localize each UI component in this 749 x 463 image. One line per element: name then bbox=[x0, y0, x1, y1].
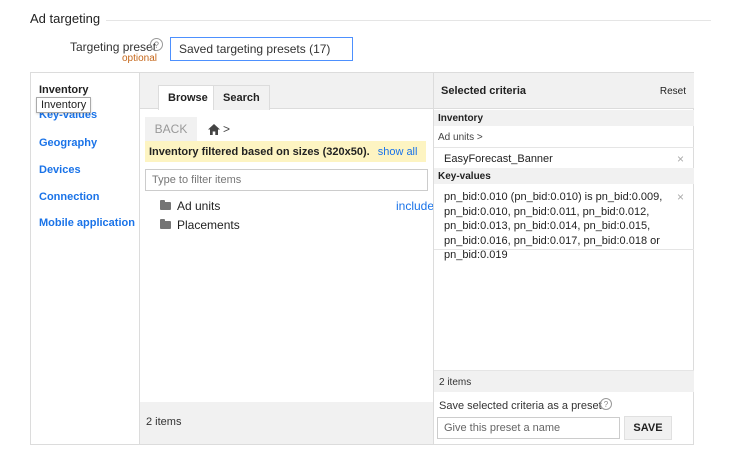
targeting-preset-input[interactable] bbox=[170, 37, 353, 61]
save-preset-help-icon[interactable]: ? bbox=[600, 398, 612, 410]
selected-key-values: pn_bid:0.010 (pn_bid:0.010) is pn_bid:0.… bbox=[444, 191, 663, 261]
section-title: Ad targeting bbox=[30, 11, 101, 26]
nav-item-devices[interactable]: Devices bbox=[39, 164, 81, 176]
nav-item-connection[interactable]: Connection bbox=[39, 191, 100, 203]
targeting-preset-label: Targeting preset bbox=[70, 40, 157, 54]
selected-criteria-title: Selected criteria bbox=[441, 85, 526, 97]
back-button[interactable]: BACK bbox=[145, 117, 197, 141]
breadcrumb-separator: > bbox=[223, 122, 231, 136]
help-icon[interactable]: ? bbox=[150, 38, 163, 51]
home-icon[interactable] bbox=[208, 123, 220, 135]
browse-item-count: 2 items bbox=[146, 416, 182, 428]
tab-bar: Browse Search bbox=[140, 73, 433, 110]
selected-criteria-header: Selected criteria Reset bbox=[434, 73, 694, 109]
filter-notice-text: Inventory filtered based on sizes (320x5… bbox=[149, 145, 370, 158]
targeting-frame: Inventory Key-values Geography Devices C… bbox=[30, 72, 694, 445]
tree-item-ad-units[interactable]: Ad units bbox=[160, 198, 220, 214]
filter-items-input[interactable] bbox=[145, 169, 428, 191]
folder-icon bbox=[160, 200, 171, 210]
breadcrumb[interactable]: > bbox=[208, 122, 238, 136]
selected-ad-unit: EasyForecast_Banner bbox=[444, 153, 553, 165]
nav-tooltip: Inventory bbox=[36, 97, 92, 113]
tree-item-label: Ad units bbox=[177, 199, 221, 213]
browse-footer: 2 items bbox=[140, 402, 433, 444]
browse-panel: Browse Search BACK > Inventory filtered … bbox=[139, 73, 434, 444]
crit-divider bbox=[434, 249, 694, 250]
tab-search[interactable]: Search bbox=[213, 85, 270, 110]
nav-item-inventory[interactable]: Inventory bbox=[39, 84, 89, 96]
reset-button[interactable]: Reset bbox=[660, 86, 686, 97]
save-preset-label: Save selected criteria as a preset bbox=[439, 400, 602, 412]
tree-item-placements[interactable]: Placements bbox=[160, 217, 240, 233]
crit-divider bbox=[434, 147, 694, 148]
selected-count-bar: 2 items bbox=[434, 370, 694, 392]
ad-units-path: Ad units > bbox=[438, 132, 483, 143]
tab-browse[interactable]: Browse bbox=[158, 85, 218, 110]
tree-item-label: Placements bbox=[177, 218, 240, 232]
nav-item-geography[interactable]: Geography bbox=[39, 137, 97, 149]
preset-name-input[interactable] bbox=[437, 417, 620, 439]
show-all-link[interactable]: show all bbox=[378, 146, 418, 158]
remove-ad-unit-icon[interactable]: × bbox=[677, 153, 684, 165]
criteria-nav: Inventory Key-values Geography Devices C… bbox=[31, 73, 139, 444]
group-header-inventory: Inventory bbox=[434, 110, 694, 126]
group-header-key-values: Key-values bbox=[434, 168, 694, 184]
selected-item-count: 2 items bbox=[439, 377, 472, 388]
nav-item-mobile-application[interactable]: Mobile application bbox=[39, 217, 135, 229]
remove-key-values-icon[interactable]: × bbox=[677, 191, 684, 203]
section-divider bbox=[106, 20, 711, 21]
optional-label: optional bbox=[122, 53, 158, 64]
filter-notice: Inventory filtered based on sizes (320x5… bbox=[145, 141, 426, 162]
save-button[interactable]: SAVE bbox=[624, 416, 672, 440]
folder-icon bbox=[160, 219, 171, 229]
include-link[interactable]: include bbox=[396, 199, 434, 213]
selected-criteria-panel: Selected criteria Reset Inventory Ad uni… bbox=[433, 73, 694, 444]
